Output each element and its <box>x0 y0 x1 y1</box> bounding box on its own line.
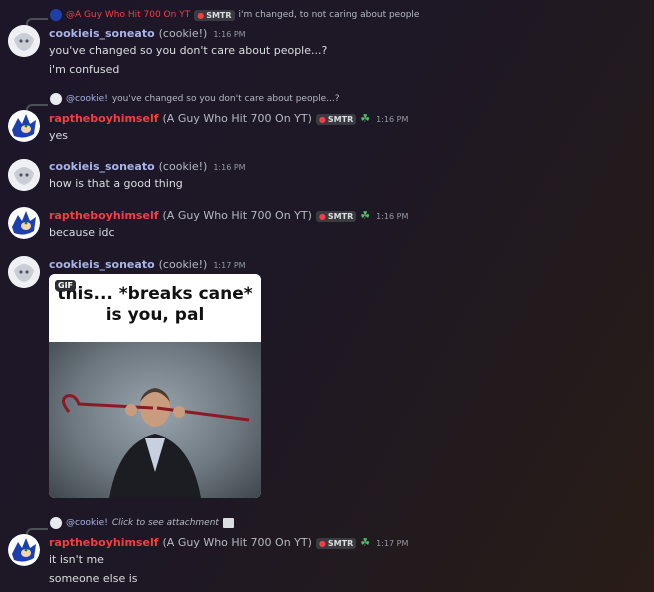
avatar[interactable] <box>8 534 40 566</box>
tag-badge: ● SMTR <box>315 538 357 549</box>
avatar[interactable] <box>8 159 40 191</box>
mushroom-icon: ● <box>318 115 326 124</box>
tag-label: SMTR <box>327 539 354 548</box>
reply-avatar <box>50 517 62 529</box>
nickname: (A Guy Who Hit 700 On YT) <box>162 209 312 222</box>
gif-attachment[interactable]: this... *breaks cane* is you, pal GIF <box>49 274 261 498</box>
leaf-badge-icon: ☘ <box>360 112 371 125</box>
reply-text[interactable]: Click to see attachment <box>112 518 219 528</box>
reply-author[interactable]: @cookie! <box>66 94 108 104</box>
tag-badge: ● SMTR <box>194 9 235 21</box>
reply-text: i'm changed, to not caring about people <box>238 10 420 20</box>
reply-text: you've changed so you don't care about p… <box>111 94 340 104</box>
avatar[interactable] <box>8 256 40 288</box>
sonic-avatar-icon <box>8 534 40 566</box>
timestamp[interactable]: 1:16 PM <box>213 163 245 172</box>
message-text: yes <box>49 129 69 142</box>
tag-label: SMTR <box>327 115 354 124</box>
timestamp[interactable]: 1:16 PM <box>213 30 245 39</box>
nickname: (A Guy Who Hit 700 On YT) <box>162 536 312 549</box>
message-text: how is that a good thing <box>49 177 183 190</box>
nickname: (cookie!) <box>158 258 208 271</box>
message-text: because idc <box>49 226 115 239</box>
nickname: (cookie!) <box>158 27 208 40</box>
reply-avatar <box>50 9 62 21</box>
message-header: raptheboyhimself (A Guy Who Hit 700 On Y… <box>49 209 408 222</box>
timestamp[interactable]: 1:17 PM <box>376 539 408 548</box>
message-header: cookieis_soneato (cookie!) 1:16 PM <box>49 27 246 40</box>
reply-preview[interactable]: @A Guy Who Hit 700 On YT ● SMTR i'm chang… <box>50 9 419 21</box>
message-text: you've changed so you don't care about p… <box>49 44 328 57</box>
username[interactable]: raptheboyhimself <box>49 209 159 222</box>
mushroom-icon: ● <box>197 10 205 20</box>
nickname: (cookie!) <box>158 160 208 173</box>
reply-connector <box>26 18 48 26</box>
cookie-avatar-icon <box>8 159 40 191</box>
gif-caption-line: this... *breaks cane* <box>57 284 253 304</box>
username[interactable]: cookieis_soneato <box>49 258 155 271</box>
cookie-avatar-icon <box>8 25 40 57</box>
mushroom-icon: ● <box>318 212 326 221</box>
image-icon <box>222 518 234 528</box>
sonic-avatar-icon <box>8 207 40 239</box>
leaf-badge-icon: ☘ <box>360 209 371 222</box>
message-text: i'm confused <box>49 63 120 76</box>
username[interactable]: cookieis_soneato <box>49 27 155 40</box>
username[interactable]: cookieis_soneato <box>49 160 155 173</box>
gif-label: GIF <box>55 280 77 291</box>
tag-badge: ● SMTR <box>315 211 357 222</box>
reply-preview[interactable]: @cookie! Click to see attachment <box>50 517 234 529</box>
username[interactable]: raptheboyhimself <box>49 112 159 125</box>
gif-image <box>49 342 261 498</box>
message-text: someone else is <box>49 572 138 585</box>
leaf-badge-icon: ☘ <box>360 536 371 549</box>
avatar[interactable] <box>8 110 40 142</box>
avatar[interactable] <box>8 207 40 239</box>
sonic-avatar-icon <box>8 110 40 142</box>
timestamp[interactable]: 1:17 PM <box>213 261 245 270</box>
avatar[interactable] <box>8 25 40 57</box>
nickname: (A Guy Who Hit 700 On YT) <box>162 112 312 125</box>
message-header: cookieis_soneato (cookie!) 1:16 PM <box>49 160 246 173</box>
reply-author[interactable]: @A Guy Who Hit 700 On YT <box>66 10 190 20</box>
gif-caption-line: is you, pal <box>105 305 205 325</box>
gif-caption: this... *breaks cane* is you, pal <box>49 274 261 342</box>
username[interactable]: raptheboyhimself <box>49 536 159 549</box>
timestamp[interactable]: 1:16 PM <box>376 212 408 221</box>
mushroom-icon: ● <box>318 539 326 548</box>
tag-label: SMTR <box>327 212 354 221</box>
man-breaking-cane-image <box>62 388 250 498</box>
message-header: cookieis_soneato (cookie!) 1:17 PM <box>49 258 246 271</box>
reply-preview[interactable]: @cookie! you've changed so you don't car… <box>50 93 340 105</box>
tag-label: SMTR <box>206 10 232 20</box>
message-header: raptheboyhimself (A Guy Who Hit 700 On Y… <box>49 536 408 549</box>
message-text: it isn't me <box>49 553 104 566</box>
tag-badge: ● SMTR <box>315 114 357 125</box>
cookie-avatar-icon <box>8 256 40 288</box>
reply-author[interactable]: @cookie! <box>66 518 108 528</box>
reply-avatar <box>50 93 62 105</box>
timestamp[interactable]: 1:16 PM <box>376 115 408 124</box>
message-header: raptheboyhimself (A Guy Who Hit 700 On Y… <box>49 112 408 125</box>
